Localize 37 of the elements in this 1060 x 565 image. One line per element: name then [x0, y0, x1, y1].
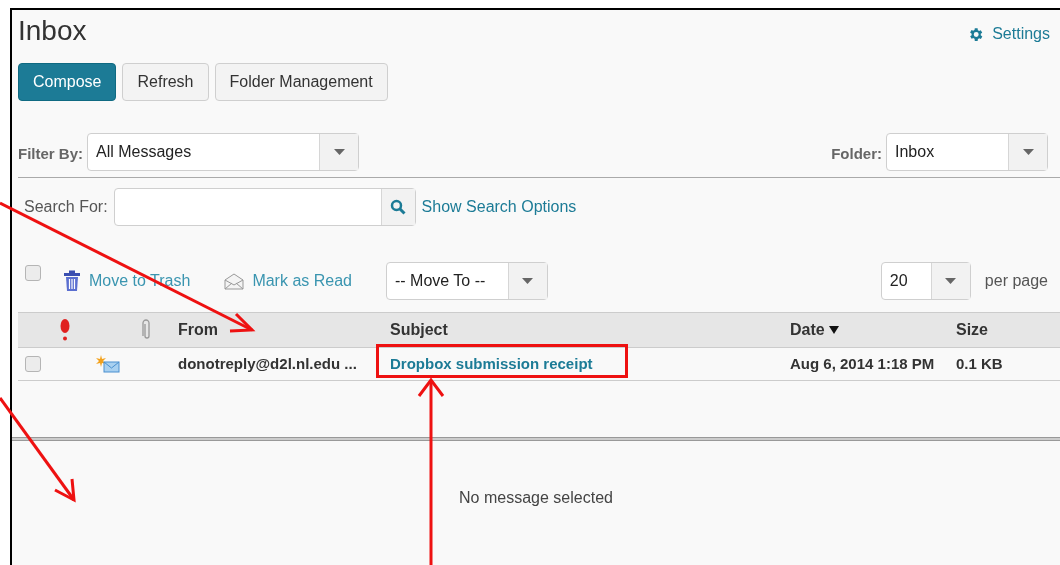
- folder-dropdown[interactable]: Inbox: [886, 133, 1048, 171]
- caret-icon: [945, 278, 957, 284]
- toolbar-button[interactable]: Folder Management: [214, 63, 388, 101]
- column-header[interactable]: From: [178, 318, 218, 342]
- date-cell-text: Aug 6, 2014 1:18 PM: [790, 353, 936, 374]
- checkbox[interactable]: [25, 265, 41, 281]
- page-title: Inbox: [18, 14, 87, 48]
- filter-dropdown[interactable]: All Messages: [87, 133, 359, 171]
- size-cell-text: 0.1 KB: [956, 353, 1004, 374]
- search-icon: [390, 199, 407, 215]
- sort-down-icon: [828, 326, 839, 334]
- move-to-dropdown[interactable]: -- Move To --: [385, 262, 548, 300]
- folder-label: Folder:: [831, 143, 882, 164]
- per-page-dropdown[interactable]: 20: [880, 262, 971, 300]
- importance-icon: [60, 319, 70, 341]
- checkbox[interactable]: [25, 356, 41, 372]
- caret-icon: [522, 278, 534, 284]
- caret-icon: [333, 149, 345, 155]
- caret-icon: [1022, 149, 1034, 155]
- trash-icon: [63, 270, 81, 292]
- gear-icon: [967, 25, 985, 43]
- column-header[interactable]: Subject: [390, 318, 448, 342]
- column-header[interactable]: Date: [790, 318, 839, 342]
- empty-preview-message: No message selected: [459, 488, 613, 508]
- column-header[interactable]: Size: [956, 318, 988, 342]
- compose-button[interactable]: Compose: [18, 63, 117, 101]
- search-label: Search For:: [24, 197, 108, 217]
- paperclip-icon: [142, 319, 152, 341]
- search-options-link[interactable]: Show Search Options: [421, 195, 577, 219]
- per-page-label: per page: [984, 271, 1048, 291]
- open-envelope-icon: [224, 272, 245, 290]
- filter-label: Filter By:: [18, 143, 83, 164]
- toolbar-button[interactable]: Refresh: [122, 63, 209, 101]
- subject-link[interactable]: Dropbox submission receipt: [390, 352, 593, 376]
- search-field[interactable]: [113, 188, 416, 226]
- sender-cell-text: donotreply@d2l.nl.edu ...: [178, 353, 358, 374]
- settings-link[interactable]: Settings: [967, 22, 1050, 46]
